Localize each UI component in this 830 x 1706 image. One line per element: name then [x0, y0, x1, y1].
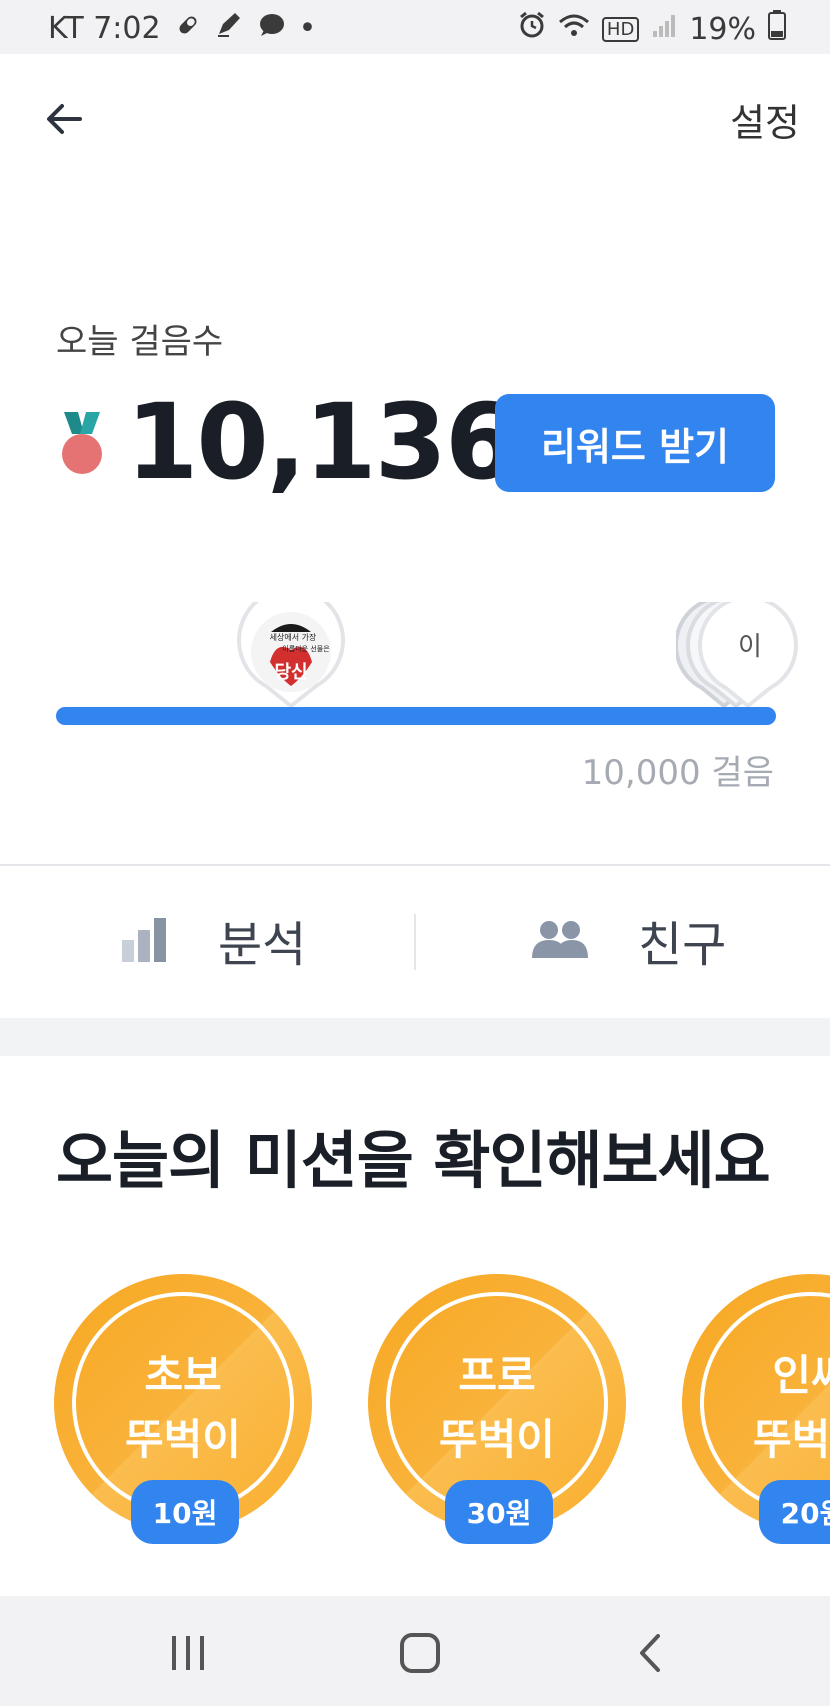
mission-badge-line2: 뚜벅이 [125, 1415, 241, 1464]
home-button[interactable] [390, 1628, 450, 1678]
arrow-left-icon [47, 104, 82, 134]
recent-apps-icon [172, 1636, 204, 1670]
tab-separator [414, 914, 416, 970]
system-back-button[interactable] [622, 1628, 682, 1678]
mission-badge[interactable]: 인싸 뚜벅이 20원 [682, 1274, 830, 1544]
mission-badge-line1: 프로 [458, 1351, 536, 1400]
mission-badge-name: 인싸 뚜벅이 [682, 1344, 830, 1472]
network-badge: HD [601, 16, 640, 42]
mission-badge-name: 초보 뚜벅이 [54, 1344, 312, 1472]
medal-icon [60, 412, 104, 476]
pen-icon [215, 10, 243, 46]
photo-caption-word: 당신 [274, 662, 308, 683]
steps-label: 오늘 걸음수 [56, 322, 224, 362]
back-nav-icon [640, 1634, 660, 1672]
mission-reward-badge: 10원 [131, 1480, 239, 1544]
status-bar: KT 7:02 • HD 19% [0, 0, 830, 54]
friend-avatar: 이 [738, 631, 762, 662]
tab-friends-label: 친구 [638, 917, 727, 973]
mission-badge-line2: 뚜벅이 [439, 1415, 555, 1464]
mission-reward-badge: 30원 [445, 1480, 553, 1544]
chat-icon [257, 11, 285, 46]
photo-pin-shape [237, 602, 345, 708]
mission-badge-name: 프로 뚜벅이 [368, 1344, 626, 1472]
photo-caption-line1: 세상에서 가장 [269, 633, 317, 642]
battery-percent: 19% [689, 11, 756, 47]
mission-badge-line2: 뚜벅이 [753, 1415, 830, 1464]
settings-button[interactable]: 설정 [730, 92, 800, 147]
back-button[interactable] [40, 94, 90, 144]
progress-bar [56, 707, 776, 725]
tab-friends[interactable]: 친구 [532, 900, 726, 980]
reward-button[interactable]: 리워드 받기 [495, 394, 775, 492]
alarm-icon [518, 11, 546, 47]
bar-chart-icon [122, 918, 166, 962]
status-left: KT 7:02 • [48, 10, 316, 46]
step-count: 10,136 [126, 381, 517, 503]
screen: KT 7:02 • HD 19% 설정 오늘 걸음수 10,136 리워드 받기… [0, 0, 830, 1706]
people-icon [532, 921, 588, 958]
friends-pin-stack[interactable]: 이 [676, 602, 800, 708]
missions-title: 오늘의 미션을 확인해보세요 [56, 1124, 771, 1197]
mission-badge[interactable]: 초보 뚜벅이 10원 [54, 1274, 312, 1544]
pill-icon [175, 11, 201, 46]
mission-badge-line1: 인싸 [772, 1351, 830, 1400]
home-icon [400, 1633, 440, 1673]
carrier-time: KT 7:02 [48, 10, 161, 46]
section-gap [0, 1018, 830, 1056]
photo-pin[interactable]: 세상에서 가장 아름다운 선물은 당신 [236, 602, 346, 708]
system-nav-bar [0, 1596, 830, 1706]
mission-badge[interactable]: 프로 뚜벅이 30원 [368, 1274, 626, 1544]
tab-analysis-label: 분석 [218, 917, 307, 973]
status-dot: • [298, 10, 317, 46]
recent-apps-button[interactable] [158, 1628, 218, 1678]
mission-badge-line1: 초보 [144, 1351, 222, 1400]
tab-analysis[interactable]: 분석 [122, 900, 306, 980]
wifi-icon [558, 12, 590, 47]
signal-icon [651, 12, 677, 47]
status-right: HD 19% [518, 10, 786, 48]
battery-icon [768, 10, 786, 48]
mission-reward-badge: 20원 [759, 1480, 830, 1544]
goal-label: 10,000 걸음 [581, 753, 774, 793]
app-header: 설정 [0, 54, 830, 174]
photo-caption-line2: 아름다운 선물은 [282, 645, 330, 653]
section-divider [0, 864, 830, 866]
